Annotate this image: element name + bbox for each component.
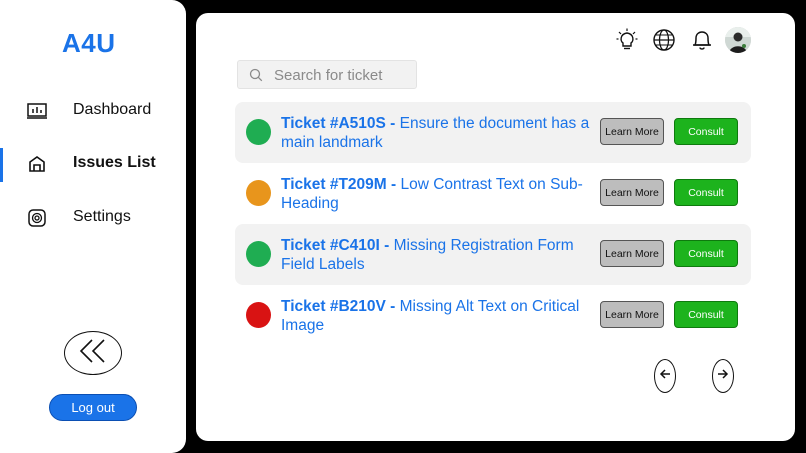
globe-icon[interactable] [652,28,676,52]
learn-more-button[interactable]: Learn More [600,301,664,328]
learn-more-button[interactable]: Learn More [600,240,664,267]
logout-button[interactable]: Log out [49,394,137,421]
ticket-row: Ticket #B210V - Missing Alt Text on Crit… [235,285,751,346]
avatar[interactable] [725,27,751,53]
ticket-description[interactable]: Ticket #B210V - Missing Alt Text on Crit… [281,297,591,335]
arrow-left-icon [659,367,671,385]
status-indicator [246,241,271,267]
ticket-list: Ticket #A510S - Ensure the document has … [235,102,751,346]
sidebar-item-issues-list[interactable]: Issues List [0,146,186,182]
double-chevron-left-icon [76,338,110,369]
consult-button[interactable]: Consult [674,118,738,145]
ticket-row: Ticket #T209M - Low Contrast Text on Sub… [235,163,751,224]
arrow-right-icon [717,367,729,385]
search-icon [249,68,263,87]
ticket-id: Ticket #B210V - [281,298,396,315]
search-input[interactable] [274,65,412,85]
ticket-row: Ticket #A510S - Ensure the document has … [235,102,751,163]
ticket-row: Ticket #C410I - Missing Registration For… [235,224,751,285]
learn-more-button[interactable]: Learn More [600,179,664,206]
sidebar-item-label: Settings [73,208,131,225]
consult-button[interactable]: Consult [674,301,738,328]
status-indicator [246,302,271,328]
lightbulb-icon[interactable] [615,28,639,52]
status-indicator [246,180,271,206]
sidebar: A4U Dashboard Issues List Settings Log o… [0,0,186,453]
sidebar-item-dashboard[interactable]: Dashboard [0,93,186,129]
bell-icon[interactable] [690,28,714,52]
ticket-id: Ticket #T209M - [281,176,397,193]
ticket-description[interactable]: Ticket #T209M - Low Contrast Text on Sub… [281,175,591,213]
app-root: A4U Dashboard Issues List Settings Log o… [0,0,806,453]
previous-page-button[interactable] [654,359,676,393]
ticket-id: Ticket #A510S - [281,115,396,132]
collapse-sidebar-button[interactable] [64,331,122,375]
sidebar-item-label: Dashboard [73,101,152,118]
ticket-id: Ticket #C410I - [281,237,390,254]
next-page-button[interactable] [712,359,734,393]
issues-icon [27,154,47,174]
sidebar-item-settings[interactable]: Settings [0,200,186,236]
dashboard-icon [27,101,47,121]
settings-icon [27,208,47,228]
brand-logo: A4U [62,28,116,58]
main-panel: Ticket #A510S - Ensure the document has … [196,13,795,441]
learn-more-button[interactable]: Learn More [600,118,664,145]
status-indicator [246,119,271,145]
ticket-description[interactable]: Ticket #A510S - Ensure the document has … [281,114,591,152]
consult-button[interactable]: Consult [674,179,738,206]
ticket-description[interactable]: Ticket #C410I - Missing Registration For… [281,236,591,274]
search-bar [237,60,417,89]
sidebar-item-label: Issues List [73,154,156,171]
consult-button[interactable]: Consult [674,240,738,267]
